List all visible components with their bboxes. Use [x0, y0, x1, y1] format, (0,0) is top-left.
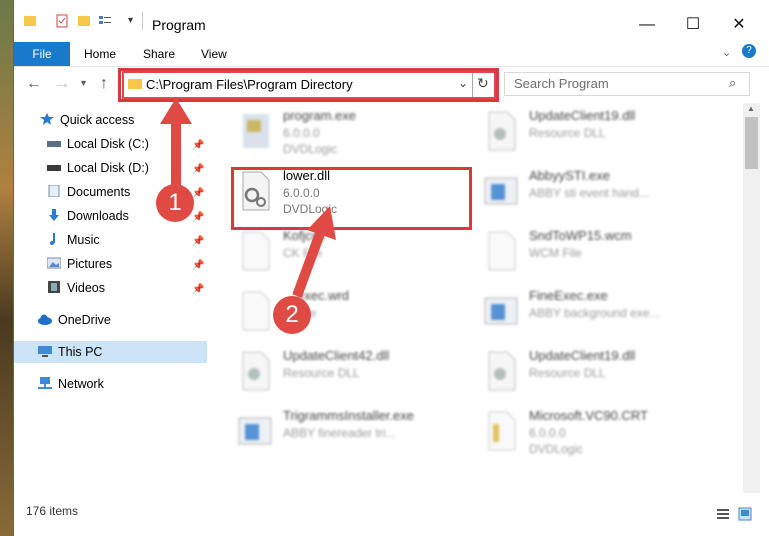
step-2-badge: 2	[273, 296, 311, 334]
arrow-1-head	[160, 98, 192, 124]
arrow-2	[292, 226, 327, 298]
annotation-arrows	[160, 98, 336, 298]
step-1-badge: 1	[156, 184, 194, 222]
arrow-2-head	[307, 206, 336, 240]
